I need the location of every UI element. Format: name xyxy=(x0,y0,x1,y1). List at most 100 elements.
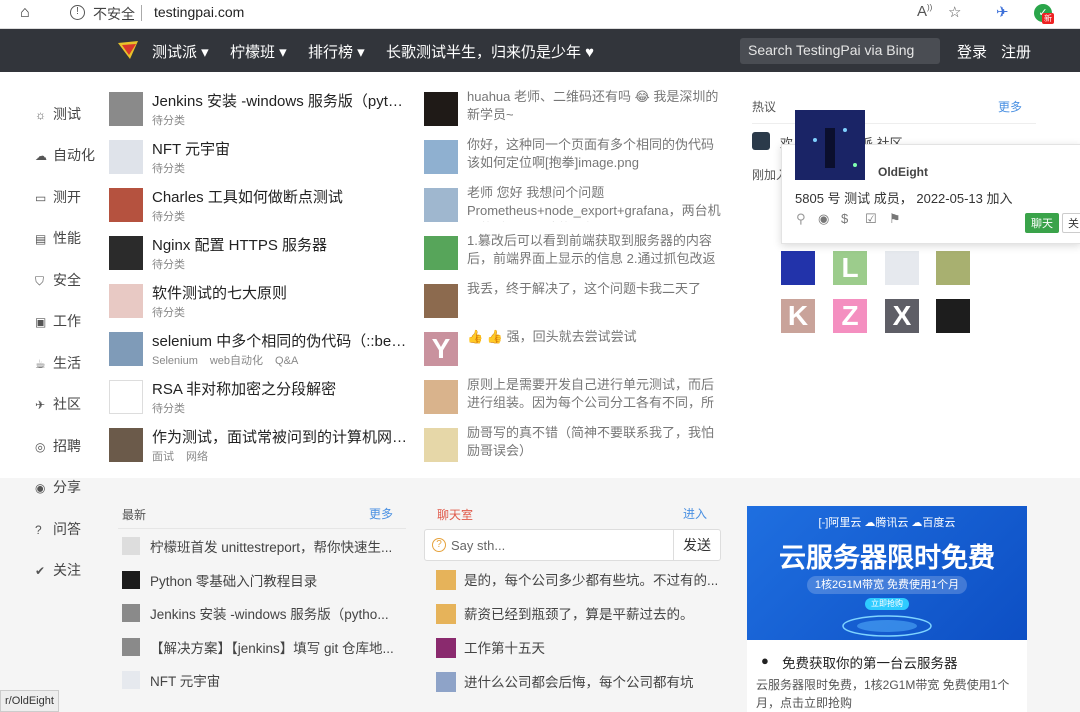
reply-text[interactable]: 老师 您好 我想问个问题 Prometheus+node_export+graf… xyxy=(467,184,723,222)
chat-input[interactable]: ? Say sth... xyxy=(424,529,674,561)
checklist-icon[interactable]: ☑ xyxy=(865,211,877,227)
avatar[interactable] xyxy=(752,132,770,150)
topic-item[interactable]: Jenkins 安装 -windows 服务版（python 环境... 待分类 xyxy=(109,90,409,138)
read-aloud-icon[interactable]: A)) xyxy=(917,3,932,20)
topic-item[interactable]: Charles 工具如何做断点测试待分类 xyxy=(109,186,409,234)
topic-item[interactable]: selenium 中多个相同的伪代码（::before）如何...Seleniu… xyxy=(109,330,409,378)
location-pin-icon[interactable]: ⚲ xyxy=(796,211,806,227)
topic-title[interactable]: Charles 工具如何做断点测试 xyxy=(152,186,408,207)
reply-item[interactable]: huahua 老师、二维码还有吗 😂 我是深圳的新学员~ xyxy=(424,88,724,138)
reply-item[interactable]: 我丢，终于解决了，这个问题卡我二天了 xyxy=(424,280,724,330)
topic-title[interactable]: 软件测试的七大原则 xyxy=(152,282,408,303)
sidebar-item[interactable]: ☁ 自动化 xyxy=(35,145,115,167)
user-icon[interactable]: ◉ xyxy=(818,211,829,227)
sidebar-item[interactable]: ✈ 社区 xyxy=(35,394,115,416)
nav-ranking[interactable]: 排行榜 ▾ xyxy=(308,41,365,62)
sidebar-item[interactable]: ◉ 分享 xyxy=(35,477,115,499)
reply-item[interactable]: 老师 您好 我想问个问题 Prometheus+node_export+graf… xyxy=(424,184,724,234)
reply-text[interactable]: huahua 老师、二维码还有吗 😂 我是深圳的新学员~ xyxy=(467,88,723,124)
chat-message[interactable]: 薪资已经到瓶颈了，算是平薪过去的。 xyxy=(436,603,726,625)
latest-more-link[interactable]: 更多 xyxy=(369,505,393,522)
insecure-label[interactable]: 不安全 xyxy=(93,4,135,24)
avatar[interactable] xyxy=(424,140,458,174)
extension-icon[interactable]: ✈ xyxy=(996,3,1009,21)
sidebar-item[interactable]: ◎ 招聘 xyxy=(35,436,115,458)
sidebar-item[interactable]: ▤ 性能 xyxy=(35,228,115,250)
ad-title[interactable]: 免费获取你的第一台云服务器 xyxy=(782,652,958,672)
latest-item[interactable]: 柠檬班首发 unittestreport，帮你快速生... xyxy=(122,536,402,558)
login-link[interactable]: 登录 xyxy=(957,41,987,62)
avatar[interactable] xyxy=(424,284,458,318)
member-avatar[interactable]: L xyxy=(833,251,867,285)
reply-item[interactable]: 你好，这种同一个页面有多个相同的伪代码该如何定位啊[抱拳]image.png xyxy=(424,136,724,186)
avatar[interactable] xyxy=(109,236,143,270)
member-avatar[interactable] xyxy=(781,251,815,285)
chat-button[interactable]: 聊天 xyxy=(1025,213,1059,233)
search-input[interactable]: Search TestingPai via Bing xyxy=(740,38,940,64)
latest-item-text[interactable]: Jenkins 安装 -windows 服务版（pytho... xyxy=(150,607,389,622)
latest-item-text[interactable]: 【解决方案】【jenkins】填写 git 仓库地... xyxy=(150,641,394,656)
latest-item[interactable]: Python 零基础入门教程目录 xyxy=(122,570,402,592)
topic-tag[interactable]: 待分类 xyxy=(152,259,185,271)
logo-icon[interactable] xyxy=(118,41,142,59)
topic-tag[interactable]: 待分类 xyxy=(152,115,185,127)
member-avatar[interactable] xyxy=(936,251,970,285)
reply-text[interactable]: 我丢，终于解决了，这个问题卡我二天了 xyxy=(467,280,723,298)
favorite-add-icon[interactable]: ☆ xyxy=(948,3,961,21)
member-avatar[interactable]: X xyxy=(885,299,919,333)
map-pin-icon[interactable]: ⚑ xyxy=(889,211,901,227)
chatroom-enter-link[interactable]: 进入 xyxy=(683,505,707,522)
topic-title[interactable]: Jenkins 安装 -windows 服务版（python 环境... xyxy=(152,90,408,111)
chat-message[interactable]: 进什么公司都会后悔，每个公司都有坑 xyxy=(436,671,726,693)
dollar-icon[interactable]: $ xyxy=(841,211,848,226)
latest-item-text[interactable]: Python 零基础入门教程目录 xyxy=(150,574,317,589)
reply-item[interactable]: 1.篡改后可以看到前端获取到服务器的内容后，前端界面上显示的信息 2.通过抓包改… xyxy=(424,233,724,282)
topic-title[interactable]: NFT 元宇宙 xyxy=(152,138,408,159)
avatar[interactable] xyxy=(109,428,143,462)
url-field[interactable]: testingpai.com xyxy=(154,4,244,20)
sidebar-item[interactable]: ▣ 工作 xyxy=(35,311,115,333)
topic-tag[interactable]: Selenium xyxy=(152,355,198,367)
member-avatar[interactable]: K xyxy=(781,299,815,333)
avatar[interactable] xyxy=(424,92,458,126)
sidebar-item[interactable]: ☼ 测试 xyxy=(35,104,115,126)
avatar[interactable] xyxy=(109,92,143,126)
topic-title[interactable]: selenium 中多个相同的伪代码（::before）如何... xyxy=(152,330,408,351)
register-link[interactable]: 注册 xyxy=(1001,41,1031,62)
sidebar-item[interactable]: ? 问答 xyxy=(35,519,115,541)
topic-tag[interactable]: web自动化 xyxy=(210,355,263,367)
topic-title[interactable]: RSA 非对称加密之分段解密 xyxy=(152,378,408,399)
chat-message[interactable]: 工作第十五天 xyxy=(436,637,726,659)
latest-item[interactable]: 【解决方案】【jenkins】填写 git 仓库地... xyxy=(122,637,402,659)
topic-item[interactable]: 作为测试，面试常被问到的计算机网络知识面试网络 xyxy=(109,426,409,474)
member-avatar[interactable]: Z xyxy=(833,299,867,333)
topic-title[interactable]: 作为测试，面试常被问到的计算机网络知识 xyxy=(152,426,408,447)
avatar[interactable] xyxy=(424,428,458,462)
avatar[interactable]: Y xyxy=(424,332,458,366)
topic-title[interactable]: Nginx 配置 HTTPS 服务器 xyxy=(152,234,408,255)
member-avatar[interactable] xyxy=(936,299,970,333)
sidebar-item[interactable]: ✔ 关注 xyxy=(35,560,115,582)
ad-banner[interactable]: [-]阿里云 ☁腾讯云 ☁百度云 云服务器限时免费 1核2G1M带宽 免费使用1… xyxy=(747,506,1027,640)
avatar[interactable] xyxy=(109,332,143,366)
chat-message[interactable]: 是的，每个公司多少都有些坑。不过有的... xyxy=(436,569,726,591)
avatar[interactable] xyxy=(109,284,143,318)
topic-tag[interactable]: 待分类 xyxy=(152,211,185,223)
follow-button[interactable]: 关 xyxy=(1062,213,1080,233)
user-card-name[interactable]: OldEight xyxy=(878,165,928,179)
member-avatar[interactable] xyxy=(885,251,919,285)
latest-item[interactable]: Jenkins 安装 -windows 服务版（pytho... xyxy=(122,603,402,625)
reply-text[interactable]: 励哥写的真不错（简神不要联系我了，我怕励哥误会） xyxy=(467,424,723,460)
hot-more-link[interactable]: 更多 xyxy=(998,98,1022,115)
sidebar-item[interactable]: ▭ 测开 xyxy=(35,187,115,209)
reply-item[interactable]: 原则上是需要开发自己进行单元测试，而后进行组装。因为每个公司分工各有不同，所以.… xyxy=(424,376,724,426)
topic-item[interactable]: RSA 非对称加密之分段解密 待分类 xyxy=(109,378,409,426)
nav-lemonban[interactable]: 柠檬班 ▾ xyxy=(230,41,287,62)
topic-item[interactable]: 软件测试的七大原则 待分类 xyxy=(109,282,409,330)
reply-text[interactable]: 原则上是需要开发自己进行单元测试，而后进行组装。因为每个公司分工各有不同，所以.… xyxy=(467,376,723,414)
avatar[interactable] xyxy=(424,380,458,414)
topic-tag[interactable]: Q&A xyxy=(275,355,298,367)
reply-text[interactable]: 你好，这种同一个页面有多个相同的伪代码该如何定位啊[抱拳]image.png xyxy=(467,136,723,172)
avatar[interactable] xyxy=(109,380,143,414)
reply-item[interactable]: Y 👍 👍 强，回头就去尝试尝试 xyxy=(424,329,724,378)
